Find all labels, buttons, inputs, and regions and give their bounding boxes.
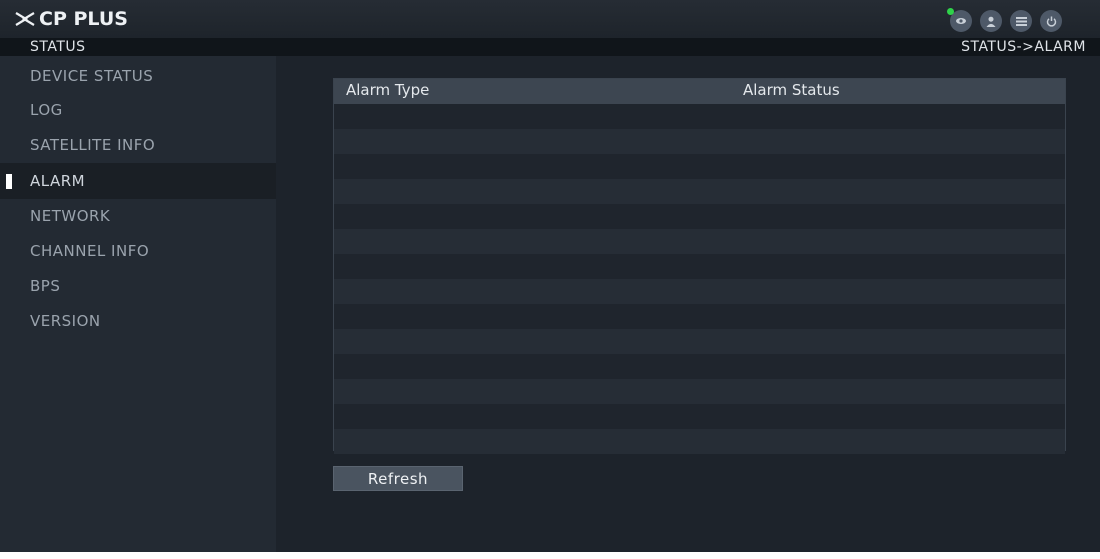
alarm-table: Alarm Type Alarm Status [333, 78, 1066, 454]
power-icon[interactable] [1040, 10, 1062, 32]
sidebar-item-label: BPS [30, 277, 61, 295]
table-row [334, 154, 1065, 179]
dvr-status-screen: CP PLUS STATUS STATUS->ALARM DEVICE STAT… [0, 0, 1100, 559]
column-header-alarm-type: Alarm Type [346, 81, 430, 99]
sidebar-item-channel-info[interactable]: CHANNEL INFO [0, 233, 276, 269]
table-row [334, 329, 1065, 354]
table-row [334, 229, 1065, 254]
table-row [334, 104, 1065, 129]
active-indicator [6, 174, 12, 189]
table-header: Alarm Type Alarm Status [334, 79, 1065, 104]
table-row [334, 254, 1065, 279]
refresh-button[interactable]: Refresh [333, 466, 463, 491]
sub-header: STATUS STATUS->ALARM [0, 38, 1100, 56]
user-icon[interactable] [980, 10, 1002, 32]
column-header-alarm-status: Alarm Status [743, 81, 840, 99]
top-bar: CP PLUS [0, 0, 1100, 38]
table-row [334, 179, 1065, 204]
sidebar-item-label: VERSION [30, 312, 101, 330]
sidebar-item-network[interactable]: NETWORK [0, 198, 276, 234]
menu-icon[interactable] [1010, 10, 1032, 32]
table-row [334, 129, 1065, 154]
breadcrumb: STATUS->ALARM [961, 39, 1086, 55]
sidebar-item-log[interactable]: LOG [0, 92, 276, 128]
brand-logo: CP PLUS [14, 8, 128, 30]
status-indicator [947, 8, 954, 15]
table-row [334, 354, 1065, 379]
sidebar: DEVICE STATUS LOG SATELLITE INFO ALARM N… [0, 56, 276, 559]
cp-plus-logo-icon [15, 12, 35, 26]
main-panel: Alarm Type Alarm Status Refresh [276, 56, 1100, 559]
table-row [334, 404, 1065, 429]
table-row [334, 429, 1065, 454]
screen-border [0, 552, 1100, 559]
camera-icon[interactable] [947, 8, 972, 32]
top-toolbar [947, 8, 1062, 32]
sidebar-item-bps[interactable]: BPS [0, 268, 276, 304]
sidebar-item-label: DEVICE STATUS [30, 67, 154, 85]
sidebar-item-device-status[interactable]: DEVICE STATUS [0, 58, 276, 94]
table-row [334, 304, 1065, 329]
sidebar-item-label: NETWORK [30, 207, 111, 225]
sidebar-item-label: SATELLITE INFO [30, 136, 156, 154]
sidebar-item-version[interactable]: VERSION [0, 303, 276, 339]
table-row [334, 379, 1065, 404]
page-title: STATUS [30, 39, 86, 55]
sidebar-item-label: LOG [30, 101, 63, 119]
sidebar-item-label: ALARM [30, 172, 86, 190]
table-row [334, 204, 1065, 229]
sidebar-item-label: CHANNEL INFO [30, 242, 150, 260]
sidebar-item-alarm[interactable]: ALARM [0, 163, 276, 199]
table-row [334, 279, 1065, 304]
brand-name: CP PLUS [39, 8, 128, 30]
sidebar-item-satellite-info[interactable]: SATELLITE INFO [0, 127, 276, 163]
